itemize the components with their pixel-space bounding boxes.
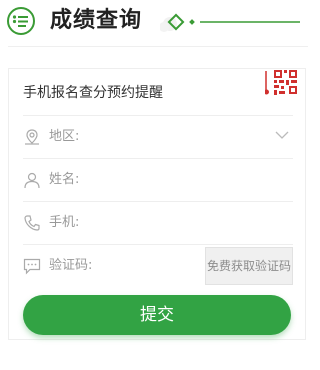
- qr-code-icon[interactable]: [265, 69, 301, 99]
- region-field[interactable]: 地区:: [23, 115, 293, 158]
- form-title: 手机报名查分预约提醒: [23, 85, 163, 101]
- user-icon: [24, 172, 40, 189]
- list-icon: [7, 7, 35, 35]
- name-label: 姓名:: [49, 172, 80, 187]
- name-input[interactable]: [113, 167, 217, 193]
- page-title: 成绩查询: [50, 8, 143, 33]
- name-field[interactable]: 姓名:: [23, 158, 293, 201]
- get-code-button[interactable]: 免费获取验证码: [205, 247, 293, 285]
- phone-label: 手机:: [49, 215, 80, 230]
- location-icon: [25, 129, 39, 145]
- reminder-form: 手机报名查分预约提醒 地区: 姓名: 手机: 验证码: 免费获取验证码 提交: [8, 68, 306, 340]
- header-divider: [8, 46, 308, 47]
- chat-icon: [23, 258, 41, 275]
- phone-input[interactable]: [113, 210, 217, 236]
- verification-input[interactable]: [113, 253, 197, 279]
- submit-button[interactable]: 提交: [23, 295, 291, 335]
- chevron-down-icon[interactable]: [275, 130, 289, 140]
- phone-icon: [24, 215, 40, 231]
- verification-label: 验证码:: [49, 258, 93, 273]
- decoration-icon: [160, 13, 300, 32]
- region-label: 地区:: [49, 129, 80, 144]
- verification-field[interactable]: 验证码: 免费获取验证码: [23, 244, 293, 287]
- page-header: 成绩查询: [0, 0, 316, 48]
- phone-field[interactable]: 手机:: [23, 201, 293, 244]
